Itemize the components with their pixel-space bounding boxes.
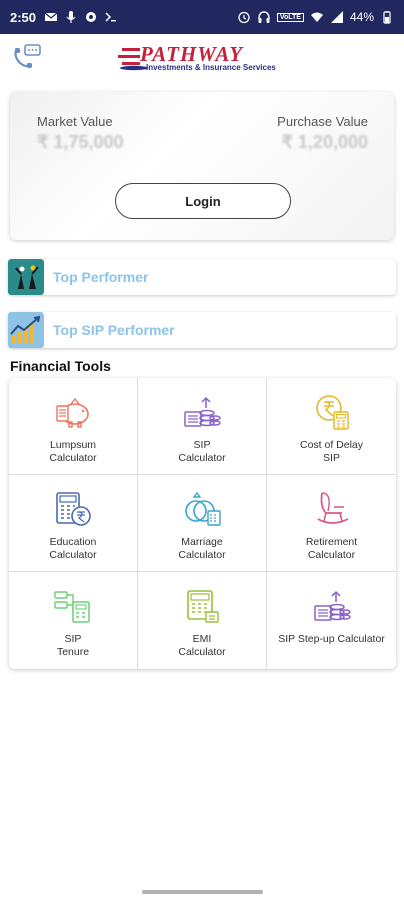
battery-icon <box>383 11 391 24</box>
notification-icons <box>44 10 118 24</box>
market-value-amount: ₹ 1,75,000 <box>37 132 124 152</box>
microphone-icon <box>66 11 76 23</box>
tool-cost-of-delay-label: Cost of Delay SIP <box>299 439 364 464</box>
education-calculator-icon <box>56 492 91 526</box>
wifi-icon <box>310 12 323 22</box>
app-header: PATHWAY Investments & Insurance Services <box>0 34 404 84</box>
mail-icon <box>44 12 58 21</box>
gesture-nav-handle[interactable] <box>142 890 263 894</box>
app-screen: 2:50 VoLTE 44% PATHWAY Investments & Ins… <box>0 0 404 900</box>
location-icon <box>86 12 97 22</box>
coin-stack-icon <box>184 396 221 427</box>
financial-tools-grid: Lumpsum Calculator SIP Calculator Cost o… <box>9 378 396 669</box>
emi-calendar-icon <box>187 590 219 623</box>
alarm-icon <box>238 11 250 24</box>
rocking-chair-icon <box>317 492 348 524</box>
purchase-value-label: Purchase Value <box>277 114 368 129</box>
rupee-calculator-icon <box>315 395 349 430</box>
terminal-icon <box>105 12 117 22</box>
system-icons: VoLTE 44% <box>237 10 394 24</box>
status-time: 2:50 <box>10 9 37 25</box>
top-performer-label: Top Performer <box>53 269 149 285</box>
marriage-rings-icon <box>185 491 221 526</box>
tool-lumpsum-label: Lumpsum Calculator <box>49 439 97 464</box>
logo-subtitle: Investments & Insurance Services <box>146 63 276 72</box>
status-bar: 2:50 VoLTE 44% <box>0 0 404 34</box>
tool-sip-stepup-calculator[interactable]: SIP Step-up Calculator <box>267 572 396 669</box>
tool-retirement-label: Retirement Calculator <box>305 536 358 561</box>
piggy-bank-icon <box>56 397 89 428</box>
battery-percent: 44% <box>349 10 374 24</box>
top-sip-performer-label: Top SIP Performer <box>53 322 175 338</box>
tool-lumpsum-calculator[interactable]: Lumpsum Calculator <box>9 378 138 475</box>
portfolio-summary-card: Market Value Purchase Value ₹ 1,75,000 ₹… <box>10 92 394 240</box>
financial-tools-title: Financial Tools <box>10 358 111 374</box>
tool-sip-tenure[interactable]: SIP Tenure <box>9 572 138 669</box>
market-value-label: Market Value <box>37 114 113 129</box>
tool-sip-calculator[interactable]: SIP Calculator <box>138 378 267 475</box>
top-sip-performer-row[interactable]: Top SIP Performer <box>8 312 396 348</box>
top-performer-row[interactable]: Top Performer <box>8 259 396 295</box>
tool-education-label: Education Calculator <box>49 536 97 561</box>
tool-marriage-calculator[interactable]: Marriage Calculator <box>138 475 267 572</box>
top-sip-performer-icon <box>8 312 44 348</box>
tool-emi-label: EMI Calculator <box>178 633 226 658</box>
tool-sip-label: SIP Calculator <box>178 439 226 464</box>
headphones-icon <box>258 11 270 23</box>
tool-emi-calculator[interactable]: EMI Calculator <box>138 572 267 669</box>
sip-tenure-icon <box>54 591 90 623</box>
signal-icon <box>330 11 343 23</box>
login-button[interactable]: Login <box>115 183 291 219</box>
pathway-logo: PATHWAY Investments & Insurance Services <box>118 42 288 76</box>
tool-sip-tenure-label: SIP Tenure <box>56 633 90 658</box>
tool-sip-stepup-label: SIP Step-up Calculator <box>278 633 385 645</box>
tool-marriage-label: Marriage Calculator <box>178 536 226 561</box>
step-up-coins-icon <box>313 590 351 621</box>
tool-education-calculator[interactable]: Education Calculator <box>9 475 138 572</box>
volte-badge: VoLTE <box>276 12 304 22</box>
tool-retirement-calculator[interactable]: Retirement Calculator <box>267 475 396 572</box>
purchase-value-amount: ₹ 1,20,000 <box>281 132 368 152</box>
chat-support-icon[interactable] <box>10 42 42 74</box>
tool-cost-of-delay-sip[interactable]: Cost of Delay SIP <box>267 378 396 475</box>
top-performer-icon <box>8 259 44 295</box>
